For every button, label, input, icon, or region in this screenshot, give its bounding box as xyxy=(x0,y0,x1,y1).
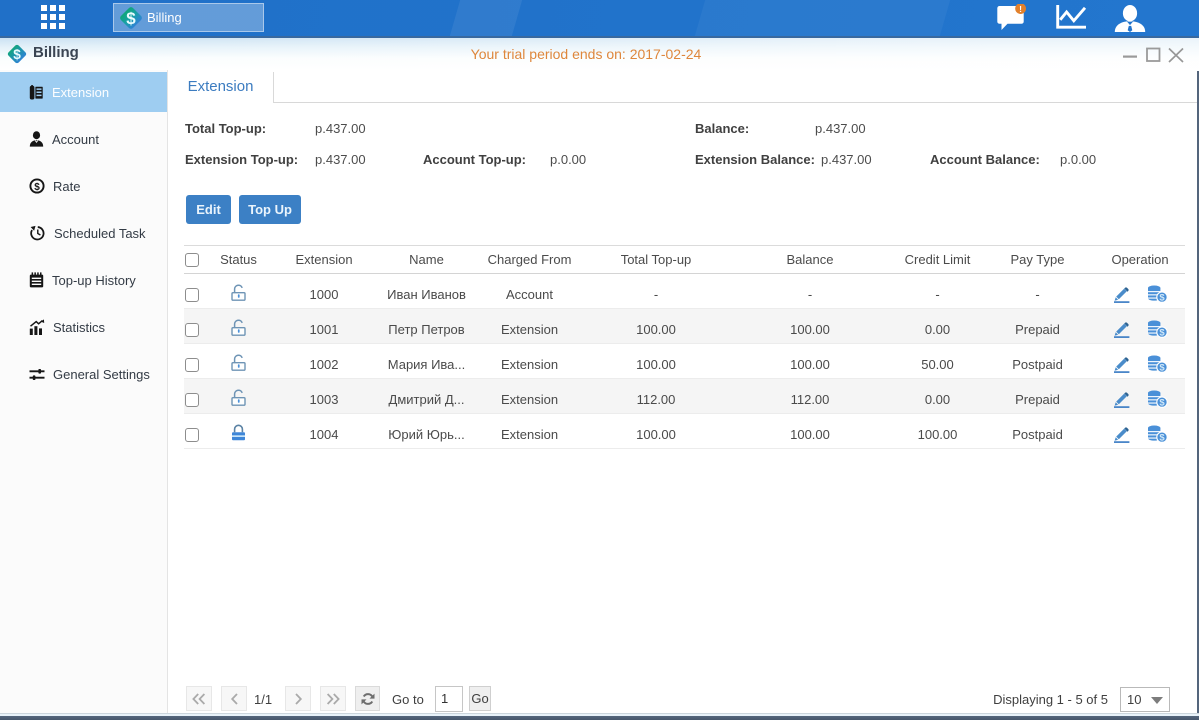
svg-text:$: $ xyxy=(1159,363,1165,373)
svg-text:$: $ xyxy=(1159,293,1165,303)
svg-text:$: $ xyxy=(1159,398,1165,408)
svg-text:$: $ xyxy=(34,182,40,193)
svg-text:!: ! xyxy=(1019,4,1022,14)
svg-text:$: $ xyxy=(126,9,136,28)
svg-text:$: $ xyxy=(1159,328,1165,338)
svg-text:$: $ xyxy=(1159,433,1165,443)
